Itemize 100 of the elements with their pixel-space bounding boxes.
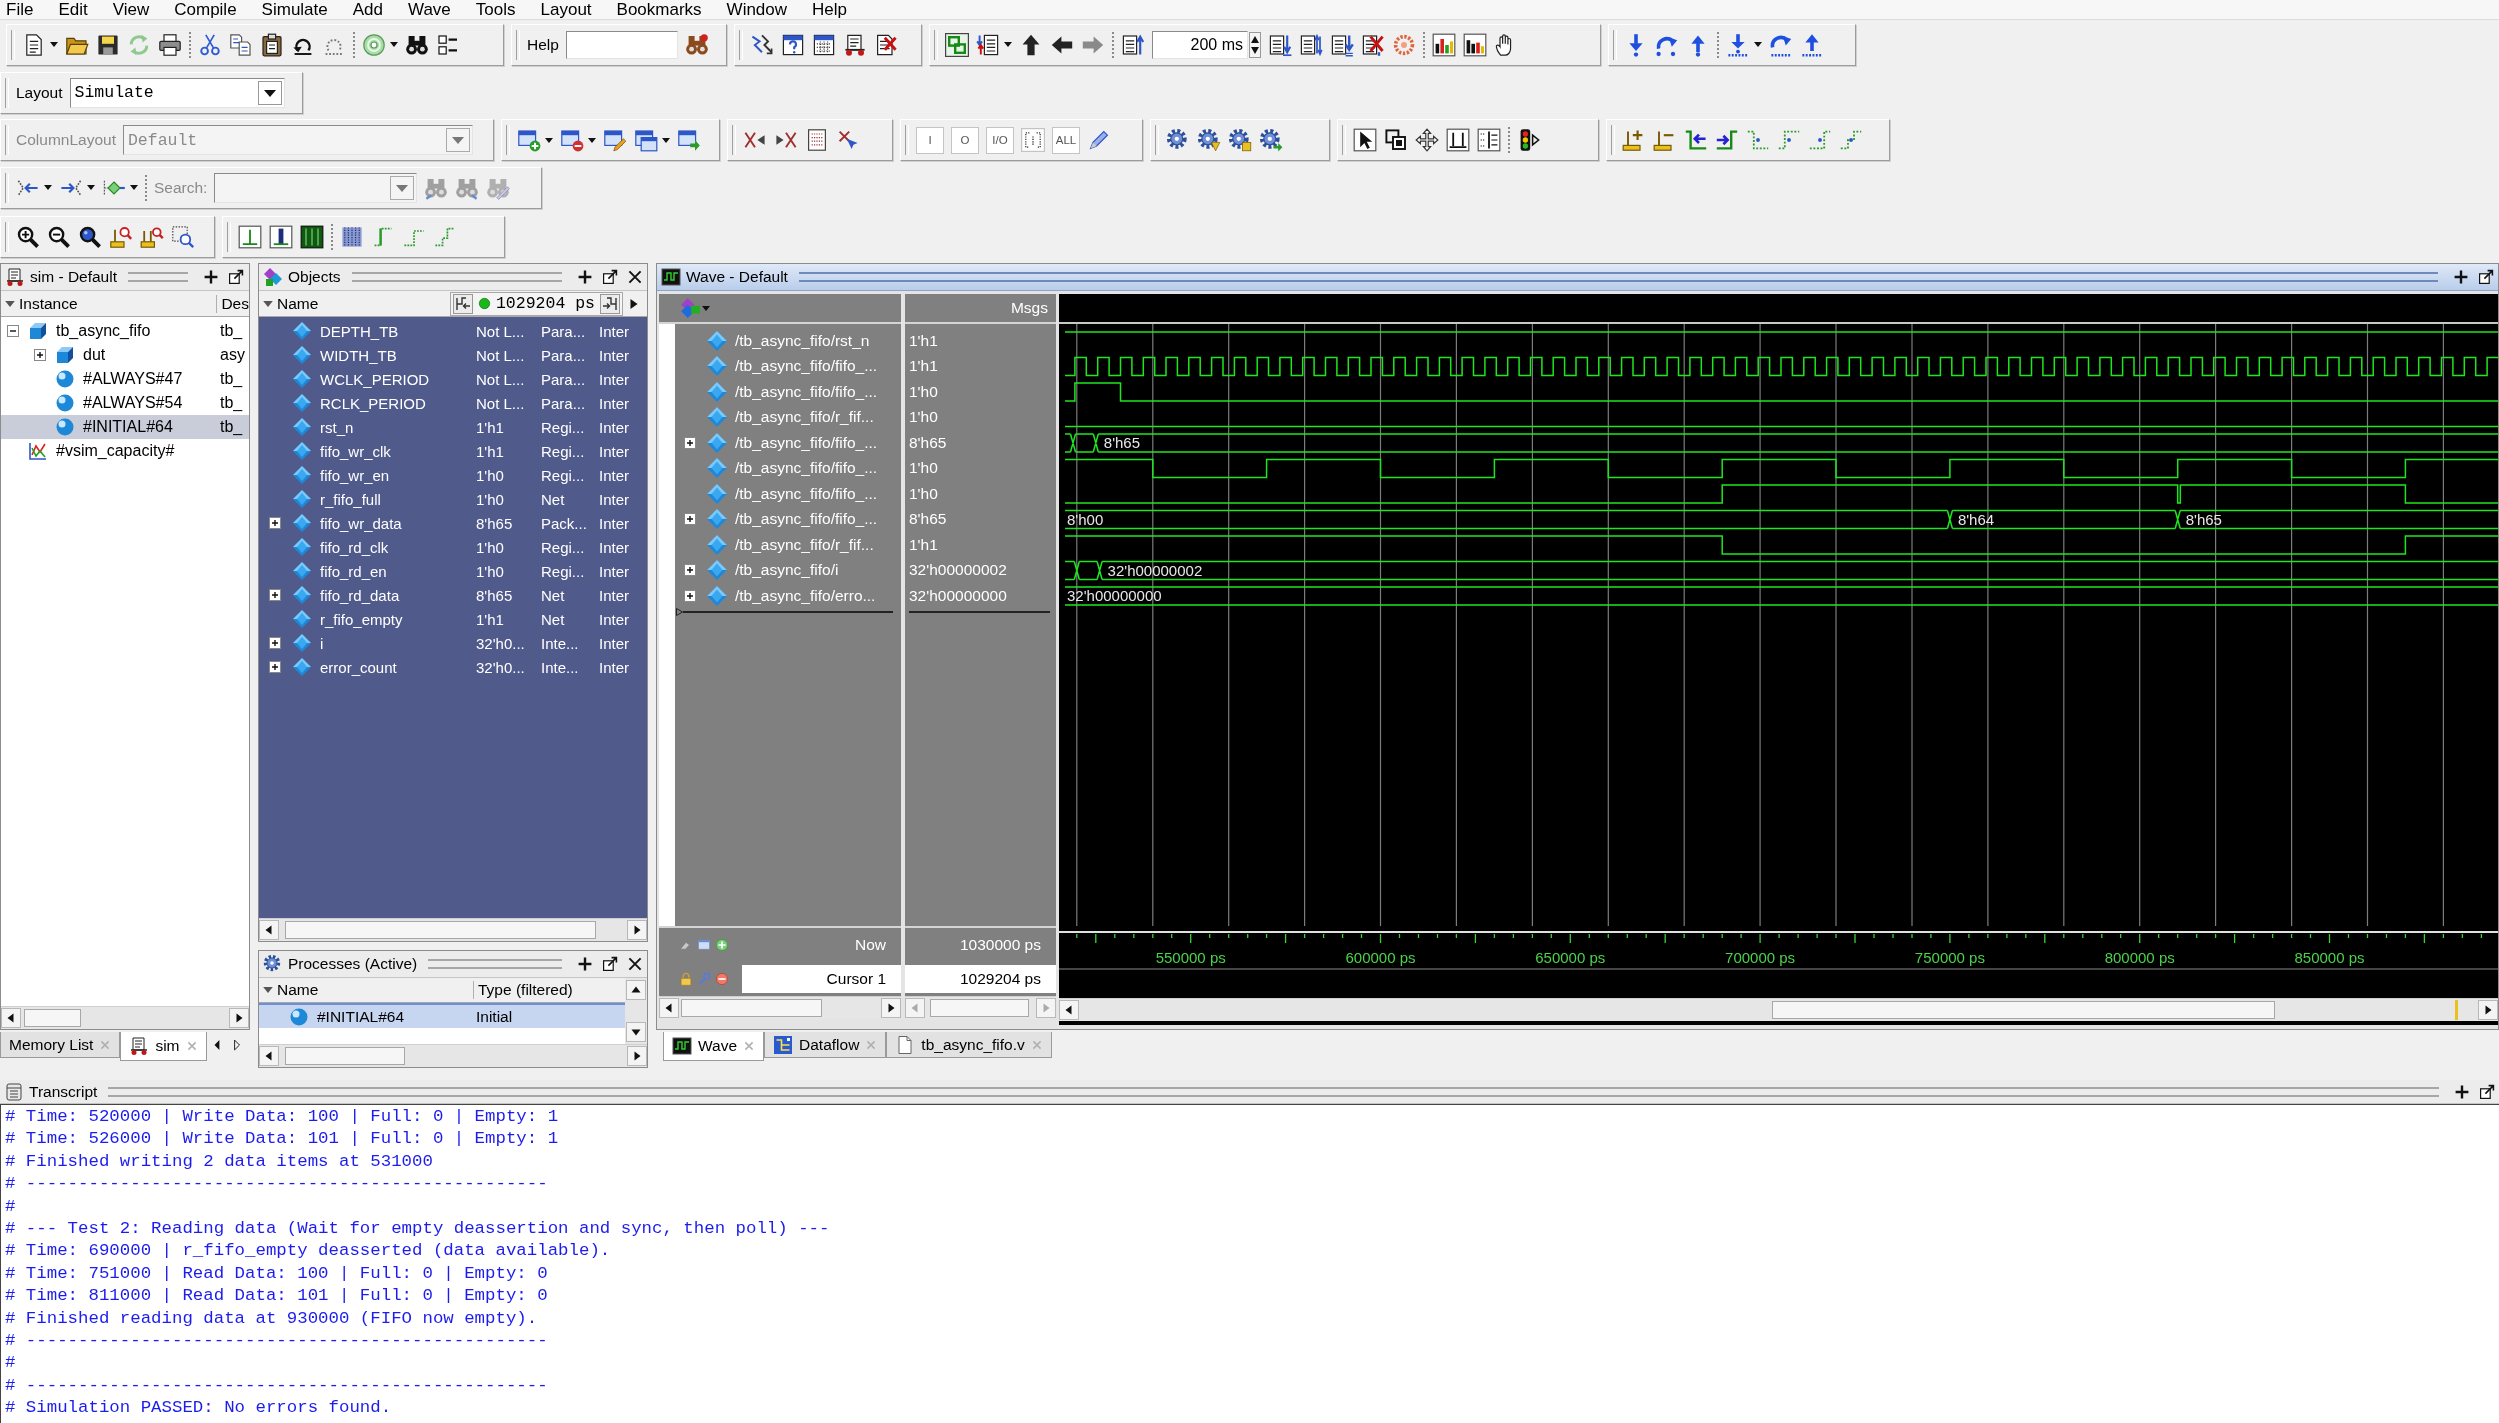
- horizontal-scrollbar[interactable]: [905, 996, 1056, 1019]
- tab[interactable]: tb_async_fifo.v: [886, 1032, 1052, 1058]
- plus-box-icon[interactable]: [684, 513, 696, 526]
- bar-icon[interactable]: [269, 225, 293, 249]
- flags-magnifier-icon[interactable]: [140, 225, 164, 249]
- signal-name[interactable]: error_count: [320, 658, 476, 676]
- caret-icon[interactable]: [1754, 42, 1762, 47]
- caret-icon[interactable]: [44, 185, 52, 190]
- layout-dropdown[interactable]: Simulate: [69, 77, 285, 108]
- signal-path[interactable]: /tb_async_fifo/fifo_...: [735, 382, 878, 401]
- horizontal-scrollbar[interactable]: [259, 918, 647, 941]
- grip-handle[interactable]: [351, 272, 562, 282]
- signal-path[interactable]: /tb_async_fifo/fifo_...: [735, 484, 878, 503]
- scrollbar-thumb[interactable]: [681, 999, 822, 1017]
- menu-item[interactable]: Add: [352, 0, 383, 20]
- signal-path[interactable]: /tb_async_fifo/fifo_...: [735, 459, 878, 478]
- scrollbar-thumb[interactable]: [1772, 1001, 2275, 1019]
- windows-icon[interactable]: [634, 128, 658, 152]
- scissors-icon[interactable]: [198, 32, 222, 57]
- dotted-magnifier-icon[interactable]: [171, 225, 195, 249]
- undock-icon[interactable]: [228, 269, 244, 285]
- plus-box-icon[interactable]: [269, 637, 281, 649]
- filter-button[interactable]: ALL: [1052, 126, 1080, 154]
- tab[interactable]: Dataflow: [764, 1032, 887, 1058]
- signal-path[interactable]: /tb_async_fifo/fifo_...: [735, 510, 878, 529]
- dotted-ring-icon[interactable]: [1392, 32, 1416, 57]
- gear-icon[interactable]: [1259, 128, 1283, 152]
- signal-path[interactable]: /tb_async_fifo/fifo_...: [735, 433, 878, 452]
- signal-path[interactable]: /tb_async_fifo/i: [735, 561, 839, 580]
- horizontal-scrollbar[interactable]: [659, 996, 901, 1019]
- gear-icon[interactable]: [1228, 128, 1252, 152]
- signal-name[interactable]: DEPTH_TB: [320, 322, 476, 340]
- plus-box-icon[interactable]: [269, 517, 281, 529]
- vertical-line-icon[interactable]: [238, 225, 262, 249]
- flag-magnifier-icon[interactable]: [109, 225, 133, 249]
- column-header[interactable]: Instance: [19, 294, 218, 313]
- undock-icon[interactable]: [602, 269, 618, 285]
- signal-path[interactable]: /tb_async_fifo/fifo_...: [735, 357, 878, 376]
- signal-name[interactable]: i: [320, 634, 476, 652]
- tree-item[interactable]: tb_async_fifo tb_: [1, 319, 249, 343]
- horizontal-scrollbar[interactable]: [1059, 998, 2498, 1021]
- spinner-arrows-icon[interactable]: [1249, 31, 1261, 58]
- four-way-arrows-icon[interactable]: [1415, 128, 1439, 152]
- menu-item[interactable]: File: [6, 0, 34, 20]
- plus-box-icon[interactable]: [684, 564, 696, 577]
- plus-box-icon[interactable]: [34, 349, 46, 361]
- overlapping-squares-icon[interactable]: [1384, 128, 1408, 152]
- scrollbar-thumb[interactable]: [285, 921, 596, 939]
- document-down-arrow-icon[interactable]: [1268, 32, 1292, 57]
- caret-icon[interactable]: [545, 137, 553, 143]
- filter-button[interactable]: I/O: [986, 126, 1014, 154]
- gear-icon[interactable]: [1197, 128, 1221, 152]
- plus-icon[interactable]: [2453, 269, 2469, 285]
- scrollbar-thumb[interactable]: [24, 1009, 81, 1027]
- copy-icon[interactable]: [229, 32, 253, 57]
- horizontal-scrollbar[interactable]: [1, 1006, 249, 1029]
- scrollbar-thumb[interactable]: [285, 1047, 405, 1065]
- jump-left-icon[interactable]: [452, 293, 473, 314]
- tab[interactable]: sim: [120, 1032, 207, 1061]
- column-header[interactable]: Name: [277, 294, 319, 313]
- signal-name[interactable]: WIDTH_TB: [320, 346, 476, 364]
- signal-name[interactable]: fifo_rd_clk: [320, 538, 476, 556]
- menu-item[interactable]: Wave: [408, 0, 451, 20]
- remove-circle-icon[interactable]: [715, 972, 729, 986]
- tree-item[interactable]: #ALWAYS#54 tb_: [1, 391, 249, 415]
- caret-icon[interactable]: [588, 137, 596, 143]
- menu-item[interactable]: Tools: [475, 0, 516, 20]
- pointer-icon[interactable]: [1353, 128, 1377, 152]
- document-down-arrow-icon[interactable]: [1330, 32, 1354, 57]
- window-pencil-icon[interactable]: [603, 128, 627, 152]
- grip-handle[interactable]: [798, 272, 2438, 282]
- plus-box-icon[interactable]: [269, 661, 281, 673]
- cursor-name[interactable]: Cursor 1: [742, 965, 901, 993]
- column-header[interactable]: Name: [277, 981, 474, 999]
- printer-icon[interactable]: [158, 32, 182, 57]
- horizontal-scrollbar[interactable]: [259, 1044, 647, 1067]
- document-question-icon[interactable]: [781, 32, 805, 57]
- document-cross-icon[interactable]: [874, 32, 898, 57]
- dotted-document-icon[interactable]: [805, 128, 829, 152]
- grip-handle[interactable]: [108, 1086, 2439, 1097]
- signal-name[interactable]: fifo_rd_data: [320, 586, 476, 604]
- dotted-step-icon[interactable]: [1839, 128, 1863, 152]
- undock-icon[interactable]: [602, 956, 618, 972]
- dotted-step-icon[interactable]: [1808, 128, 1832, 152]
- scrollbar-thumb[interactable]: [930, 999, 1029, 1017]
- checklist-icon[interactable]: [436, 32, 460, 57]
- grid-document-icon[interactable]: [812, 32, 836, 57]
- column-header[interactable]: Msgs: [1010, 299, 1048, 317]
- caret-icon[interactable]: [50, 42, 58, 47]
- tab[interactable]: Memory List: [0, 1032, 121, 1058]
- signal-name[interactable]: RCLK_PERIOD: [320, 394, 476, 412]
- signal-path[interactable]: /tb_async_fifo/erro...: [735, 586, 876, 605]
- signal-name[interactable]: r_fifo_full: [320, 490, 476, 508]
- dotted-step-icon[interactable]: [1777, 128, 1801, 152]
- binoculars-icon[interactable]: [684, 32, 709, 57]
- menu-item[interactable]: Edit: [58, 0, 88, 20]
- jump-right-icon[interactable]: [600, 293, 620, 314]
- close-icon[interactable]: [627, 956, 643, 972]
- menu-item[interactable]: View: [112, 0, 150, 20]
- dotted-bracket-icon[interactable]: [1021, 128, 1045, 152]
